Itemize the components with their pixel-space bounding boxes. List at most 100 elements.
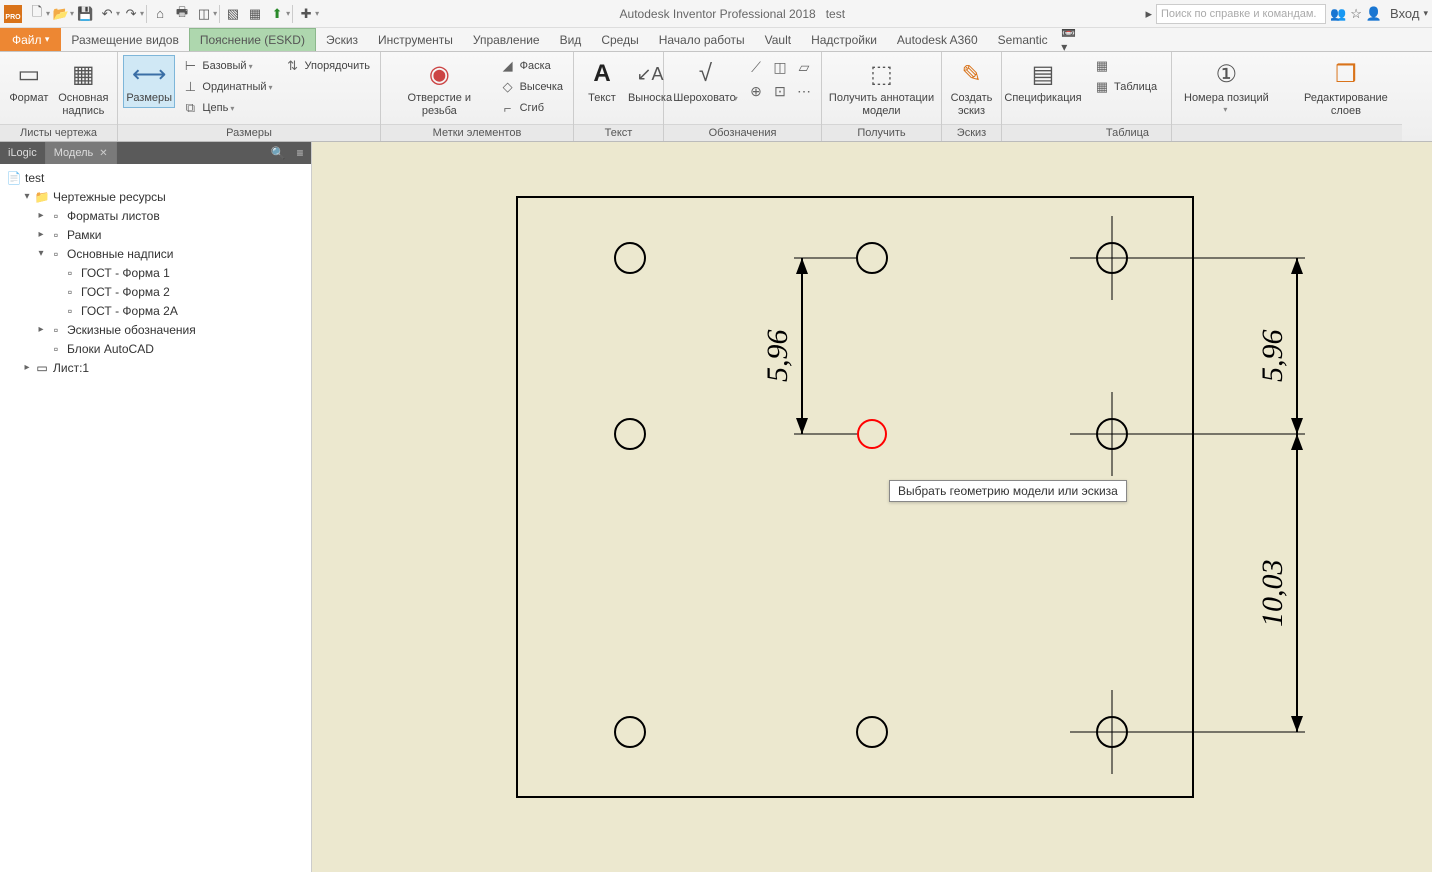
user-icon[interactable]: 👤	[1366, 6, 1382, 22]
tree-resources[interactable]: ▾📁Чертежные ресурсы	[2, 187, 309, 206]
tab-a360[interactable]: Autodesk A360	[887, 28, 988, 51]
group-table: ▦ ▦Таблица Таблица	[1084, 52, 1172, 141]
group-sheets: ▭ Формат ▦ Основная надпись Листы чертеж…	[0, 52, 118, 141]
open-icon[interactable]: 📂	[50, 3, 72, 25]
chain-button[interactable]: ⧉Цепь ▾	[178, 98, 276, 118]
ribbon-tabs: Файл ▾ Размещение видов Пояснение (ESKD)…	[0, 28, 1432, 52]
circle-selected[interactable]	[858, 420, 886, 448]
tab-annotation-eskd[interactable]: Пояснение (ESKD)	[189, 28, 316, 51]
tab-vault[interactable]: Vault	[755, 28, 801, 51]
undo-icon[interactable]: ↶	[96, 3, 118, 25]
ordinate-button[interactable]: ⊥Ординатный ▾	[178, 77, 276, 97]
balloon-button[interactable]: ① Номера позиций▾	[1178, 56, 1275, 116]
tree-borders[interactable]: ▸▫Рамки	[2, 225, 309, 244]
model-tree[interactable]: 📄test ▾📁Чертежные ресурсы ▸▫Форматы лист…	[0, 164, 311, 872]
form-icon: ▫	[62, 265, 78, 281]
plus-icon[interactable]: ✚	[295, 3, 317, 25]
browser-panel: iLogic Модель✕ 🔍 ≡ 📄test ▾📁Чертежные рес…	[0, 142, 312, 872]
tab-addins[interactable]: Надстройки	[801, 28, 887, 51]
symbol-more-icon[interactable]: ⋯	[793, 80, 815, 102]
login-link[interactable]: Вход	[1390, 6, 1419, 21]
symbol-id-icon[interactable]: ⊡	[769, 80, 791, 102]
file-button[interactable]: Файл ▾	[0, 28, 61, 51]
tree-title-blocks[interactable]: ▾▫Основные надписи	[2, 244, 309, 263]
punch-button[interactable]: ◇Высечка	[496, 77, 567, 97]
return-icon[interactable]: ⬆	[266, 3, 288, 25]
bend-icon: ⌐	[500, 100, 516, 116]
baseline-button[interactable]: ⊢Базовый ▾	[178, 56, 276, 76]
chevron-down-icon[interactable]: ▾	[1423, 8, 1428, 19]
close-icon[interactable]: ✕	[99, 148, 107, 159]
sketch-icon: ✎	[956, 58, 988, 90]
help-icon[interactable]: 📼▾	[1058, 28, 1080, 51]
tab-view[interactable]: Вид	[550, 28, 592, 51]
table-btn2[interactable]: ▦Таблица	[1090, 77, 1161, 97]
group-feature-notes: ◉ Отверстие и резьба ◢Фаска ◇Высечка ⌐Сг…	[381, 52, 574, 141]
table-btn1[interactable]: ▦	[1090, 56, 1161, 76]
chain-icon: ⧉	[182, 100, 198, 116]
appearance-icon[interactable]: ▦	[244, 3, 266, 25]
save-icon[interactable]: 💾	[74, 3, 96, 25]
tab-placement[interactable]: Размещение видов	[61, 28, 188, 51]
edit-layers-button[interactable]: ❒ Редактирование слоев	[1298, 56, 1394, 120]
tree-form1[interactable]: ▫ГОСТ - Форма 1	[2, 263, 309, 282]
tab-environments[interactable]: Среды	[591, 28, 648, 51]
browser-menu-icon[interactable]: ≡	[289, 146, 311, 160]
tree-autocad-blocks[interactable]: ▫Блоки AutoCAD	[2, 339, 309, 358]
chamfer-button[interactable]: ◢Фаска	[496, 56, 567, 76]
material-icon[interactable]: ▧	[222, 3, 244, 25]
browser-tab-ilogic[interactable]: iLogic	[0, 142, 46, 164]
drawing-svg: 5,96 5,96 10,03	[312, 142, 1432, 872]
tree-root[interactable]: 📄test	[2, 168, 309, 187]
bend-button[interactable]: ⌐Сгиб	[496, 98, 567, 118]
redo-icon[interactable]: ↷	[120, 3, 142, 25]
tab-sketch[interactable]: Эскиз	[316, 28, 368, 51]
group-symbols: √ Шероховато▾ ⟋ ◫ ▱ ⊕ ⊡ ⋯ Обозначения	[664, 52, 822, 141]
tab-semantic[interactable]: Semantic	[988, 28, 1058, 51]
specification-button[interactable]: ▤ Спецификация	[1008, 56, 1078, 107]
drawing-canvas[interactable]: 5,96 5,96 10,03 Выбрать геометрию модели…	[312, 142, 1432, 872]
hole-thread-button[interactable]: ◉ Отверстие и резьба	[387, 56, 492, 120]
dimension-3[interactable]: 10,03	[1127, 434, 1305, 732]
print-icon[interactable]: 🖶	[171, 3, 193, 25]
text-button[interactable]: A Текст	[580, 56, 624, 107]
roughness-button[interactable]: √ Шероховато▾	[670, 56, 741, 107]
browser-search-icon[interactable]: 🔍	[267, 146, 289, 160]
dimensions-button[interactable]: ⟷ Размеры	[124, 56, 174, 107]
symbol-tree-icon: ▫	[48, 322, 64, 338]
tree-sheet-formats[interactable]: ▸▫Форматы листов	[2, 206, 309, 225]
new-icon[interactable]: 🗋	[26, 3, 48, 25]
binoculars-icon[interactable]: 👥	[1330, 6, 1346, 22]
symbol-feature-icon[interactable]: ◫	[769, 56, 791, 78]
tree-sheet1[interactable]: ▸▭Лист:1	[2, 358, 309, 377]
sheet1-icon: ▭	[34, 360, 50, 376]
organize-button[interactable]: ⇅Упорядочить	[281, 56, 374, 76]
symbol-welding-icon[interactable]: ⟋	[745, 56, 767, 78]
browser-tab-model[interactable]: Модель✕	[46, 142, 117, 164]
leader-icon: ↙A	[634, 58, 666, 90]
dimension-1[interactable]: 5,96	[761, 258, 857, 434]
dimension-2[interactable]: 5,96	[1127, 258, 1305, 434]
search-input[interactable]: Поиск по справке и командам.	[1156, 4, 1326, 24]
arrow-icon[interactable]: ▸	[1145, 6, 1152, 22]
title-bar: PRO 🗋▾ 📂▾ 💾 ↶▾ ↷▾ ⌂ 🖶 ◫▾ ▧ ▦ ⬆▾ ✚▾ Autod…	[0, 0, 1432, 28]
tab-tools[interactable]: Инструменты	[368, 28, 463, 51]
star-icon[interactable]: ☆	[1350, 6, 1362, 22]
table-icon: ▦	[1094, 79, 1110, 95]
home-icon[interactable]: ⌂	[149, 3, 171, 25]
titleblock-button[interactable]: ▦ Основная надпись	[56, 56, 111, 120]
symbol-datum-icon[interactable]: ▱	[793, 56, 815, 78]
retrieve-annotations-button[interactable]: ⬚ Получить аннотации модели	[828, 56, 935, 120]
symbol-target-icon[interactable]: ⊕	[745, 80, 767, 102]
tree-sketch-symbols[interactable]: ▸▫Эскизные обозначения	[2, 320, 309, 339]
select-icon[interactable]: ◫	[193, 3, 215, 25]
create-sketch-button[interactable]: ✎ Создать эскиз	[948, 56, 995, 120]
format-button[interactable]: ▭ Формат	[6, 56, 52, 107]
tab-manage[interactable]: Управление	[463, 28, 550, 51]
tree-form2[interactable]: ▫ГОСТ - Форма 2	[2, 282, 309, 301]
circle	[615, 243, 645, 273]
hole-thread-icon: ◉	[423, 58, 455, 90]
tab-getstarted[interactable]: Начало работы	[649, 28, 755, 51]
baseline-icon: ⊢	[182, 58, 198, 74]
tree-form2a[interactable]: ▫ГОСТ - Форма 2А	[2, 301, 309, 320]
